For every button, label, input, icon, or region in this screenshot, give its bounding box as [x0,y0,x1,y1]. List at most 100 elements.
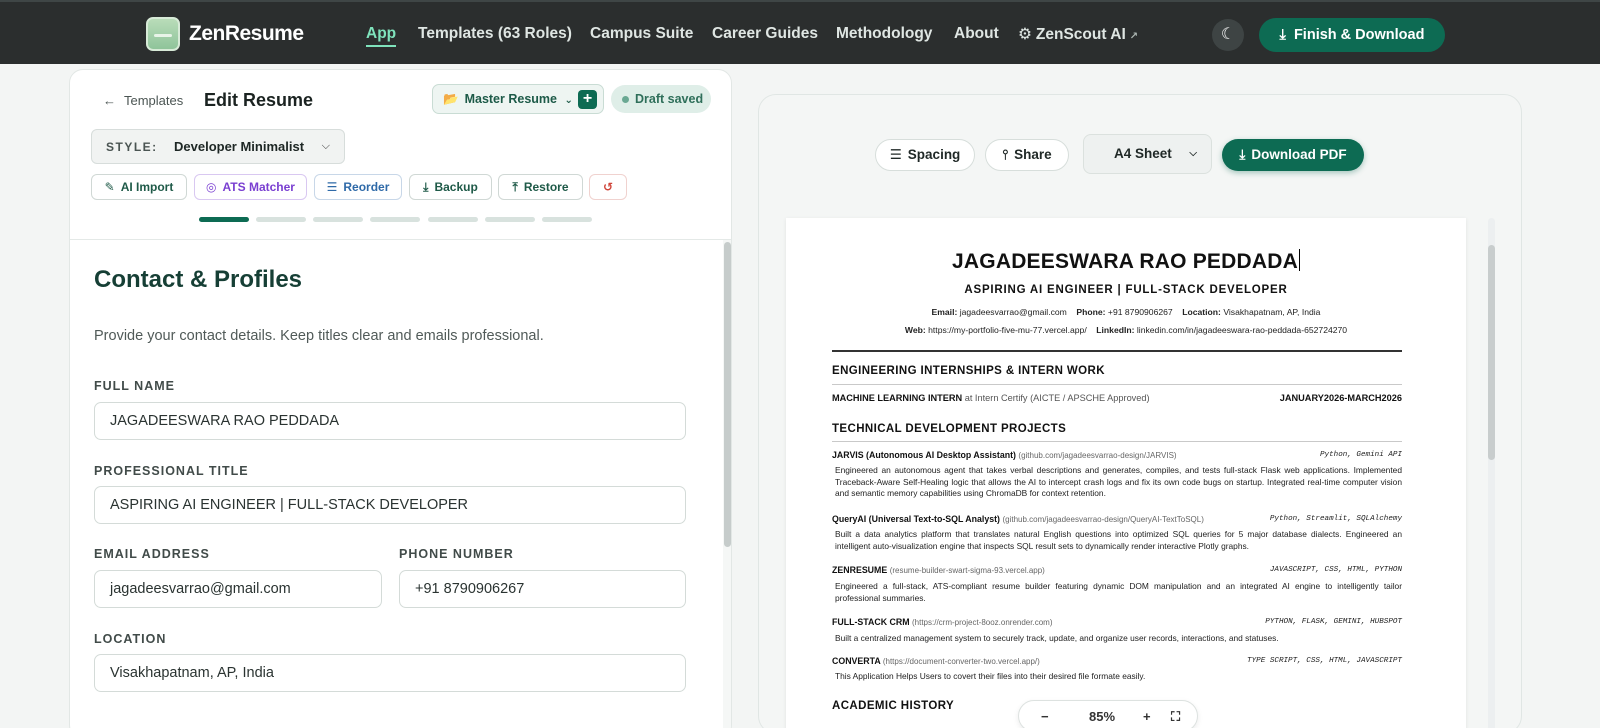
ai-import-button[interactable]: ✎ AI Import [91,174,187,200]
nav-about[interactable]: About [954,25,999,43]
status-dot-icon [622,96,629,103]
intern-role: MACHINE LEARNING INTERN [832,393,963,403]
editor-scrollbar-thumb[interactable] [724,242,731,547]
location-input[interactable]: Visakhapatnam, AP, India [94,654,686,692]
project-name: JARVIS (Autonomous AI Desktop Assistant) [832,450,1016,460]
arrow-left-icon: ← [103,93,116,108]
project-link: (https://crm-project-8ooz.onrender.com) [911,618,1053,627]
progress-step-3[interactable] [313,217,363,222]
nav-career-guides[interactable]: Career Guides [712,25,818,43]
nav-active-indicator [366,45,396,47]
project-title: ZENRESUME (resume-builder-swart-sigma-93… [832,565,1402,575]
preview-scrollbar-thumb[interactable] [1488,245,1495,460]
linkedin-key: LinkedIn: [1096,325,1135,335]
professional-title-label: PROFESSIONAL TITLE [94,464,249,478]
master-resume-dropdown[interactable]: 📂 Master Resume ⌄ + [432,84,604,114]
resume-title: ASPIRING AI ENGINEER | FULL-STACK DEVELO… [964,284,1288,296]
reorder-button[interactable]: ☰ Reorder [314,174,402,200]
undo-button[interactable]: ↺ [589,174,627,200]
sheet-size-select[interactable]: A4 Sheet ⌵ [1083,134,1212,174]
project-name: ZENRESUME [832,565,888,575]
restore-label: Restore [523,180,569,194]
project-title: FULL-STACK CRM (https://crm-project-8ooz… [832,617,1402,627]
chevron-down-icon: ⌵ [321,140,330,152]
progress-step-2[interactable] [256,217,306,222]
text-caret [1298,249,1300,271]
full-name-input[interactable]: JAGADEESWARA RAO PEDDADA [94,402,686,440]
nav-zenscout[interactable]: ⚙ ZenScout AI ↗ [1018,25,1138,44]
spacing-label: Spacing [907,147,961,162]
theme-toggle-button[interactable]: ☾ [1212,19,1244,51]
share-button[interactable]: ⫯ Share [985,139,1069,171]
share-icon: ⫯ [1002,147,1009,162]
email-label: EMAIL ADDRESS [94,547,210,561]
progress-step-5[interactable] [428,217,478,222]
nav-templates[interactable]: Templates (63 Roles) [418,25,572,43]
project-description: Engineered an autonomous agent that take… [835,465,1402,498]
zoom-out-button[interactable]: − [1041,709,1049,724]
moon-icon: ☾ [1220,26,1236,43]
pencil-icon: ✎ [104,180,115,194]
resume-name[interactable]: JAGADEESWARA RAO PEDDADA [786,249,1466,274]
finish-download-label: Finish & Download [1293,27,1425,43]
back-to-templates-link[interactable]: ← Templates [103,93,183,108]
fullscreen-icon[interactable]: ⛶ [1171,709,1180,725]
project-tech: TYPE SCRIPT, CSS, HTML, JAVASCRIPT [1247,657,1402,665]
resume-location: Visakhapatnam, AP, India [1223,307,1321,317]
editor-panel: ← Templates Edit Resume 📂 Master Resume ⌄ … [69,69,732,728]
progress-step-7[interactable] [542,217,592,222]
external-link-icon: ↗ [1129,31,1139,42]
project-description: Engineered a full-stack, ATS-compliant r… [835,581,1402,603]
resume-header-rule [832,350,1402,352]
robot-icon: ⚙ [1018,26,1032,43]
phone-input[interactable]: +91 8790906267 [399,570,686,608]
project-link: (resume-builder-swart-sigma-93.vercel.ap… [889,566,1045,575]
location-key: Location: [1182,307,1221,317]
editor-divider [70,239,731,240]
download-pdf-button[interactable]: ⤓ Download PDF [1222,139,1364,171]
download-icon: ⤓ [1279,27,1286,43]
project-description: Built a centralized management system to… [835,633,1279,643]
intern-org: at Intern Certify (AICTE / APSCHE Approv… [964,393,1150,403]
ats-matcher-label: ATS Matcher [222,180,295,194]
spacing-button[interactable]: ☰ Spacing [875,139,975,171]
nav-campus-suite[interactable]: Campus Suite [590,25,693,43]
chevron-down-icon: ⌄ [564,95,573,106]
editor-title: Edit Resume [204,90,314,110]
style-select[interactable]: STYLE: Developer Minimalist ⌵ [91,129,345,164]
progress-step-6[interactable] [485,217,535,222]
section-description: Provide your contact details. Keep title… [94,328,544,344]
heading-academic: ACADEMIC HISTORY [832,700,955,712]
restore-button[interactable]: ⤒ Restore [498,174,583,200]
nav-methodology[interactable]: Methodology [836,25,932,43]
professional-title-input[interactable]: ASPIRING AI ENGINEER | FULL-STACK DEVELO… [94,486,686,524]
zoom-in-button[interactable]: + [1143,709,1151,724]
nav-app[interactable]: App [366,25,396,43]
backup-button[interactable]: ⤓ Backup [409,174,492,200]
brand-name[interactable]: ZenResume [189,22,304,46]
add-resume-button[interactable]: + [578,90,597,109]
project-name: FULL-STACK CRM [832,617,910,627]
email-input[interactable]: jagadeesvarrao@gmail.com [94,570,382,608]
resume-sheet[interactable]: JAGADEESWARA RAO PEDDADA ASPIRING AI ENG… [786,218,1466,728]
undo-icon: ↺ [602,180,614,194]
project-tech: Python, Streamlit, SQLAlchemy [1269,515,1402,523]
brand-logo[interactable] [146,17,180,51]
top-navbar: ZenResume App Templates (63 Roles) Campu… [0,0,1600,64]
heading-rule [832,384,1402,385]
sliders-icon: ☰ [889,147,902,162]
ats-matcher-button[interactable]: ◎ ATS Matcher [194,174,307,200]
resume-email: jagadeesvarrao@gmail.com [959,307,1067,317]
resume-contact-line-1: Email: jagadeesvarrao@gmail.com Phone: +… [786,307,1466,317]
progress-step-4[interactable] [370,217,420,222]
email-key: Email: [931,307,958,317]
finish-download-button[interactable]: ⤓ Finish & Download [1259,18,1445,52]
preview-panel: ☰ Spacing ⫯ Share A4 Sheet ⌵ ⤓ Download PDF… [758,94,1522,728]
style-label: STYLE: [106,140,158,154]
progress-step-1[interactable] [199,217,249,222]
location-label: LOCATION [94,632,167,646]
download-pdf-label: Download PDF [1251,147,1347,162]
sheet-size-value: A4 Sheet [1114,146,1172,161]
section-title: Contact & Profiles [94,266,303,293]
phone-label: PHONE NUMBER [399,547,514,561]
